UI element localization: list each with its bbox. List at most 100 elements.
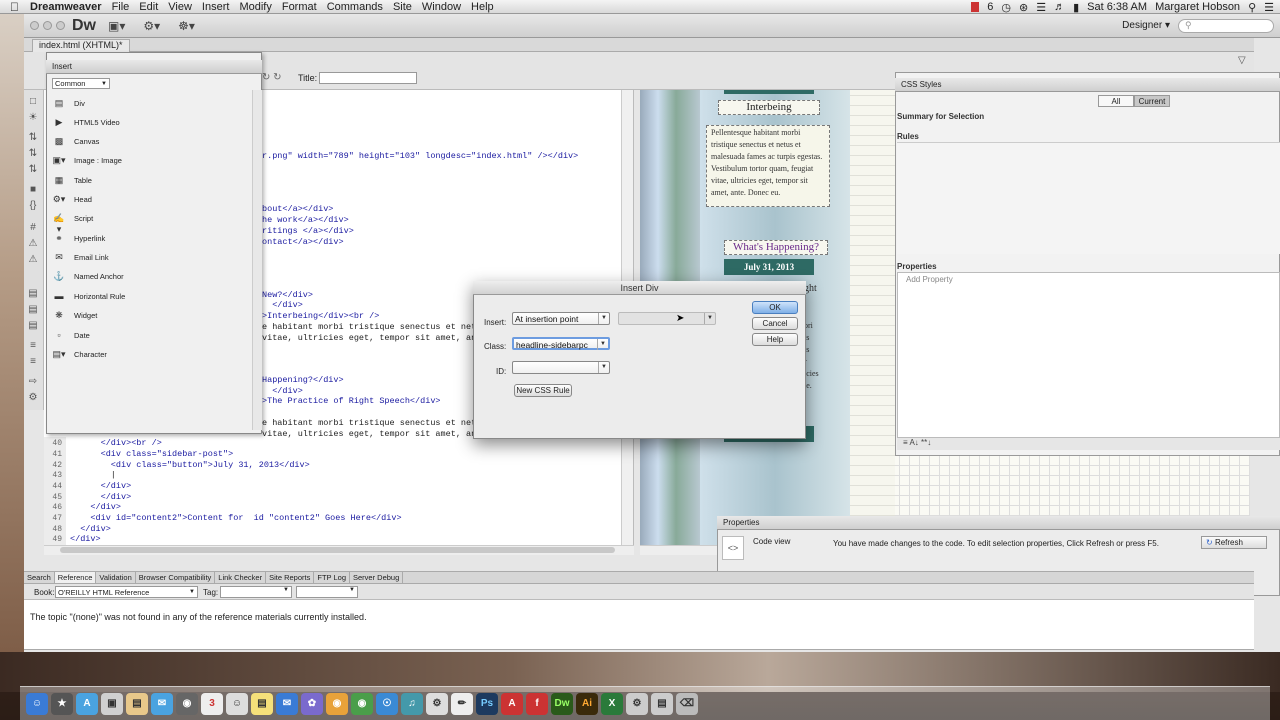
insert-item-date[interactable]: ▫ Date [48,326,248,345]
open-documents-icon[interactable]: □ [27,96,39,108]
move-css-icon[interactable]: ≡ [27,356,39,368]
photos-icon[interactable]: ✿ [301,692,323,715]
window-minimize-button[interactable] [43,21,52,30]
tab-server-debug[interactable]: Server Debug [350,572,404,583]
properties-title[interactable]: Properties [717,516,1280,530]
menu-window[interactable]: Window [422,1,469,13]
tab-link-checker[interactable]: Link Checker [215,572,267,583]
tab-validation[interactable]: Validation [96,572,136,583]
menu-app-name[interactable]: Dreamweaver [30,1,110,13]
excel-icon[interactable]: X [601,692,623,715]
ok-button[interactable]: OK [752,301,798,314]
collapse-selection-icon[interactable]: ⇅ [27,148,39,160]
tab-reference[interactable]: Reference [54,572,97,583]
chrome-icon[interactable]: ◉ [351,692,373,715]
record-icon[interactable] [971,2,980,12]
finder-icon[interactable]: ☺ [26,692,48,715]
new-css-rule-button[interactable]: New CSS Rule [514,384,572,397]
insert-item-anchor[interactable]: ⚓ Named Anchor [48,267,248,286]
apply-comment-icon[interactable]: ▤ [27,288,39,300]
contacts-icon[interactable]: ☺ [226,692,248,715]
script-editor-icon[interactable]: ✏ [451,692,473,715]
menu-modify[interactable]: Modify [239,1,279,13]
preferences-icon[interactable]: ⚙ [426,692,448,715]
facetime-icon[interactable]: ◉ [176,692,198,715]
menu-view[interactable]: View [168,1,200,13]
calendar-icon[interactable]: 3 [201,692,223,715]
menubar-user[interactable]: Margaret Hobson [1155,1,1240,13]
trash-icon[interactable]: ⌫ [676,692,698,715]
file-management-icon[interactable]: ☀ [27,112,39,124]
acrobat-icon[interactable]: A [501,692,523,715]
apple-icon[interactable]:  [10,0,24,14]
window-close-button[interactable] [30,21,39,30]
tag-select[interactable]: ▼ [220,586,292,598]
flash-icon[interactable]: f [526,692,548,715]
highlight-invalid-icon[interactable]: ⚠ [27,238,39,250]
tab-site-reports[interactable]: Site Reports [266,572,315,583]
css-all-tab[interactable]: All [1098,95,1134,107]
site-icon[interactable]: ☸▾ [178,19,195,33]
insert-target-select[interactable]: ▼ [618,312,716,325]
workspace-switcher[interactable]: Designer ▾ [1122,20,1170,31]
cancel-button[interactable]: Cancel [752,317,798,330]
code-scroll-thumb[interactable] [60,547,615,553]
book-select[interactable]: O'REILLY HTML Reference ▼ [55,586,198,598]
menu-insert[interactable]: Insert [202,1,238,13]
collapse-tag-icon[interactable]: ⇅ [27,132,39,144]
utilities-icon[interactable]: ⚙ [626,692,648,715]
menubar-clock[interactable]: Sat 6:38 AM [1087,1,1147,13]
wrap-tag-icon[interactable]: ▤ [27,320,39,332]
interbeing-post-text[interactable]: Pellentesque habitant morbi tristique se… [706,125,830,207]
menu-format[interactable]: Format [282,1,325,13]
insert-item-character[interactable]: ▤▾ Character [48,345,248,364]
happening-headline[interactable]: What's Happening? [724,240,828,255]
messages-icon[interactable]: ✉ [151,692,173,715]
menu-commands[interactable]: Commands [327,1,391,13]
illustrator-icon[interactable]: Ai [576,692,598,715]
volume-icon[interactable]: ♬ [1054,1,1065,13]
az-sort-icon[interactable]: A↓ [909,438,918,447]
insert-item-table[interactable]: ▦ Table [48,171,248,190]
tab-browser-compatibility[interactable]: Browser Compatibility [136,572,216,583]
app-store-icon[interactable]: A [76,692,98,715]
launchpad-icon[interactable]: ★ [51,692,73,715]
expand-all-icon[interactable]: ⇅ [27,164,39,176]
stickies-icon[interactable]: ▤ [251,692,273,715]
insert-item-image[interactable]: ▣▾ Image : Image [48,151,248,170]
menu-help[interactable]: Help [471,1,502,13]
add-property-link[interactable]: Add Property [906,275,953,284]
time-machine-icon[interactable]: ◷ [1001,1,1011,14]
remove-comment-icon[interactable]: ▤ [27,304,39,316]
set-properties-icon[interactable]: **↓ [921,438,931,447]
bluetooth-icon[interactable]: ⊛ [1019,1,1028,14]
insert-item-canvas[interactable]: ▩ Canvas [48,132,248,151]
notification-badge[interactable]: 6 [987,1,993,13]
help-search-input[interactable]: ⚲ [1178,19,1274,33]
document-tab[interactable]: index.html (XHTML)* [32,39,130,52]
date-button[interactable]: July 31, 2013 [724,259,814,275]
filter-icon[interactable]: ▽ [1238,55,1246,66]
class-combo[interactable]: headline-sidebarpc ▼ [512,337,610,350]
insert-item-hyperlink[interactable]: ⚭ Hyperlink [48,229,248,248]
insert-item-video[interactable]: ▶ HTML5 Video [48,113,248,132]
notification-center-icon[interactable]: ☰ [1264,1,1274,14]
dreamweaver-dock-icon[interactable]: Dw [551,692,573,715]
insert-panel-scrollbar[interactable] [252,90,262,430]
css-styles-title[interactable]: CSS Styles [895,78,1280,92]
category-view-icon[interactable]: ≡ [903,438,908,447]
refresh-button[interactable]: ↻ Refresh [1201,536,1267,549]
spotlight-icon[interactable]: ⚲ [1248,1,1256,14]
syntax-error-icon[interactable]: ⚠ [27,254,39,266]
mail-icon[interactable]: ✉ [276,692,298,715]
battery-icon[interactable]: ▮ [1073,1,1079,14]
line-numbers-icon[interactable]: # [27,222,39,234]
insert-category-select[interactable]: Common ▼ [52,78,110,89]
photoshop-icon[interactable]: Ps [476,692,498,715]
insert-item-head[interactable]: ⚙▾ Head [48,190,248,209]
insert-item-script[interactable]: ✍▾ Script [48,209,248,234]
extend-icon[interactable]: ⚙▾ [143,19,160,33]
insert-item-email[interactable]: ✉ Email Link [48,248,248,267]
id-combo[interactable]: ▼ [512,361,610,374]
preview-icon[interactable]: ▣ [101,692,123,715]
